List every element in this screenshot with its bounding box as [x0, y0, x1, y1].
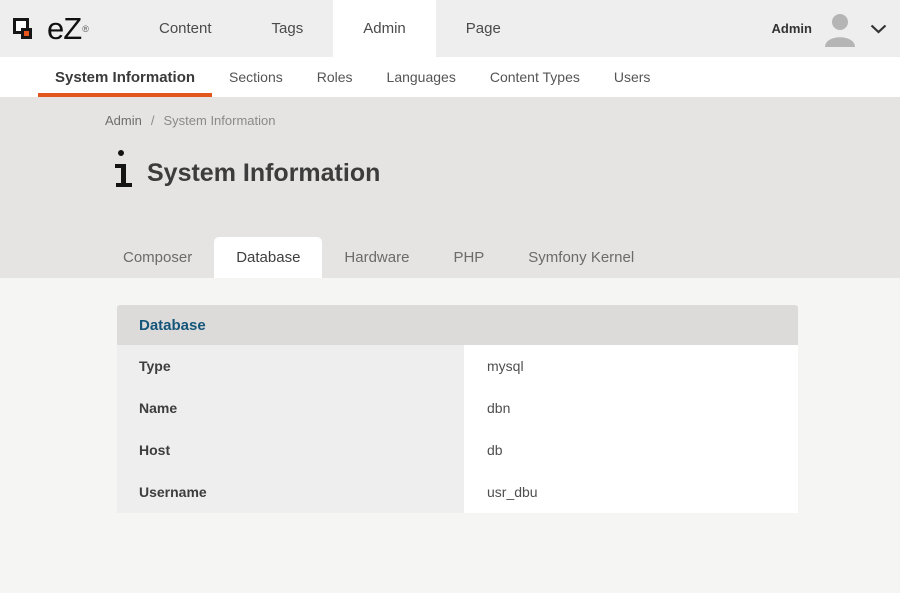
tab-php[interactable]: PHP — [431, 237, 506, 278]
subnav-item-sections[interactable]: Sections — [212, 57, 300, 97]
subnav-item-languages[interactable]: Languages — [370, 57, 473, 97]
info-icon — [114, 150, 134, 187]
table-row: Username usr_dbu — [117, 471, 798, 513]
menu-item-content[interactable]: Content — [129, 0, 242, 57]
page-title-row: System Information — [114, 150, 900, 187]
menu-item-label: Admin — [363, 20, 406, 37]
logo-square-orange — [21, 28, 32, 39]
subnav-item-label: Content Types — [490, 69, 580, 85]
table-row: Type mysql — [117, 345, 798, 387]
database-info-table: Database Type mysql Name dbn Host db Use… — [117, 305, 798, 513]
table-title: Database — [139, 317, 206, 334]
breadcrumb: Admin / System Information — [105, 97, 900, 128]
breadcrumb-item-admin[interactable]: Admin — [105, 113, 142, 128]
chevron-down-icon — [870, 24, 887, 34]
row-label-type: Type — [117, 345, 464, 387]
row-label-host: Host — [117, 429, 464, 471]
sysinfo-tabs: Composer Database Hardware PHP Symfony K… — [101, 237, 656, 278]
row-label-name: Name — [117, 387, 464, 429]
subnav-item-label: Roles — [317, 69, 353, 85]
user-avatar-icon — [821, 11, 859, 47]
main-content: Database Type mysql Name dbn Host db Use… — [0, 305, 900, 593]
breadcrumb-item-current: System Information — [163, 113, 275, 128]
tab-label: Hardware — [344, 249, 409, 266]
menu-item-label: Content — [159, 20, 212, 37]
subnav-item-label: Languages — [387, 69, 456, 85]
subnav-item-system-information[interactable]: System Information — [38, 57, 212, 97]
table-row: Name dbn — [117, 387, 798, 429]
row-value-type: mysql — [464, 345, 798, 387]
subnav-item-label: System Information — [55, 69, 195, 86]
subnav-item-users[interactable]: Users — [597, 57, 668, 97]
top-bar: eZ® Content Tags Admin Page Admin — [0, 0, 900, 57]
subnav-item-content-types[interactable]: Content Types — [473, 57, 597, 97]
tab-label: PHP — [453, 249, 484, 266]
ez-logo[interactable]: eZ® — [0, 0, 106, 57]
row-value-username: usr_dbu — [464, 471, 798, 513]
table-header: Database — [117, 305, 798, 345]
tab-composer[interactable]: Composer — [101, 237, 214, 278]
admin-subnav: System Information Sections Roles Langua… — [0, 57, 900, 97]
main-menu: Content Tags Admin Page — [129, 0, 531, 57]
menu-item-page[interactable]: Page — [436, 0, 531, 57]
row-value-host: db — [464, 429, 798, 471]
breadcrumb-separator: / — [151, 113, 155, 128]
tab-symfony-kernel[interactable]: Symfony Kernel — [506, 237, 656, 278]
page-title: System Information — [147, 160, 380, 188]
subnav-item-label: Users — [614, 69, 651, 85]
menu-item-admin[interactable]: Admin — [333, 0, 436, 57]
tab-label: Composer — [123, 249, 192, 266]
subnav-item-label: Sections — [229, 69, 283, 85]
menu-item-label: Page — [466, 20, 501, 37]
tab-label: Symfony Kernel — [528, 249, 634, 266]
menu-item-tags[interactable]: Tags — [242, 0, 334, 57]
table-row: Host db — [117, 429, 798, 471]
ez-logo-icon — [13, 11, 45, 49]
tab-database[interactable]: Database — [214, 237, 322, 278]
subnav-item-roles[interactable]: Roles — [300, 57, 370, 97]
tab-hardware[interactable]: Hardware — [322, 237, 431, 278]
logo-text: eZ — [47, 13, 81, 44]
row-label-username: Username — [117, 471, 464, 513]
user-menu[interactable]: Admin — [772, 0, 900, 57]
tab-label: Database — [236, 249, 300, 266]
menu-item-label: Tags — [272, 20, 304, 37]
user-name: Admin — [772, 21, 812, 36]
page-header-band: Admin / System Information System Inform… — [0, 97, 900, 278]
registered-mark: ® — [82, 24, 89, 34]
row-value-name: dbn — [464, 387, 798, 429]
